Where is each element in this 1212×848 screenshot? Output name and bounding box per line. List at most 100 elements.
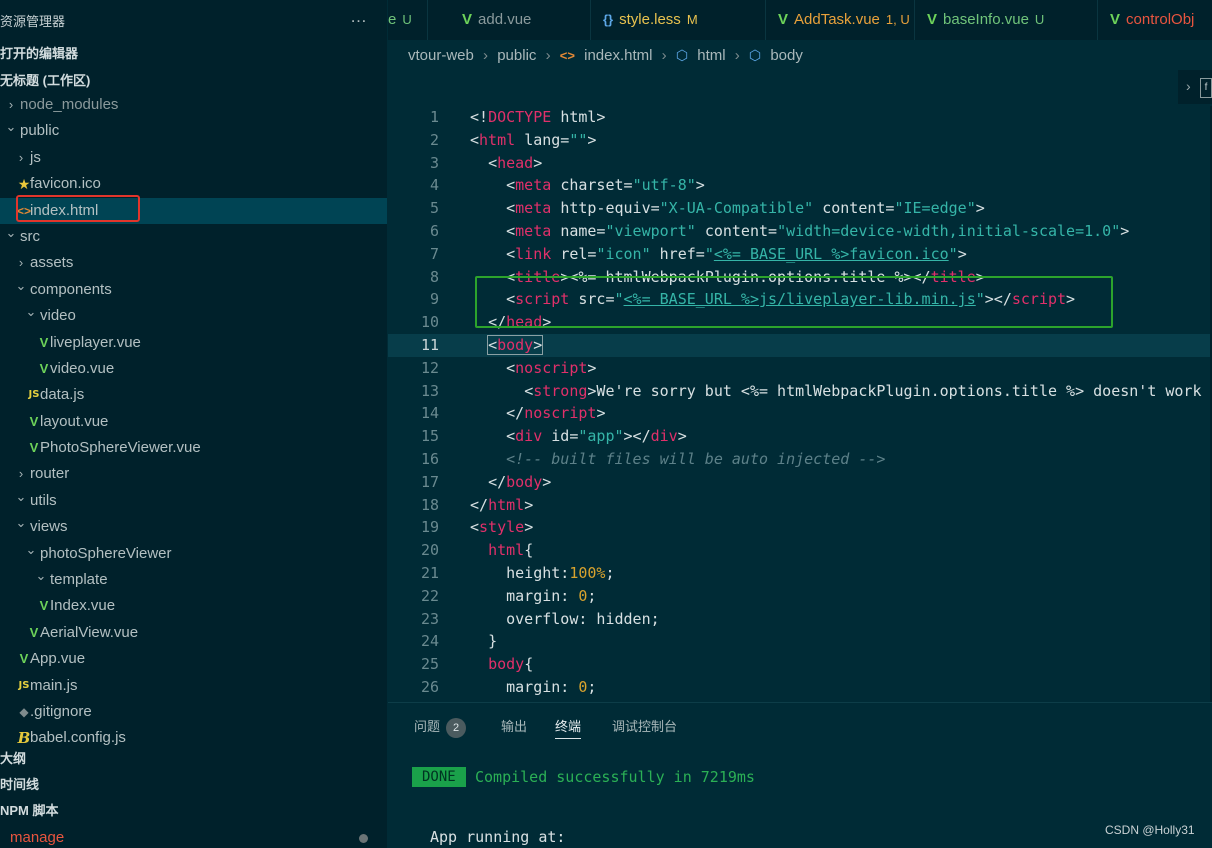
chevron-down-icon[interactable]: ⌄ (25, 299, 37, 325)
tree-item[interactable]: ⌄ photoSphereViewer (0, 541, 387, 567)
code-text: overflow: hidden; (506, 609, 660, 628)
chevron-down-icon[interactable]: ⌄ (15, 273, 27, 299)
code-line[interactable]: 12 <noscript> (388, 357, 1212, 380)
code-line[interactable]: 6 <meta name="viewport" content="width=d… (388, 220, 1212, 243)
tree-item[interactable]: ⌄ views (0, 514, 387, 540)
breadcrumb-item-body[interactable]: body (770, 47, 803, 64)
tree-item-label: video (40, 307, 76, 325)
code-line[interactable]: 13 <strong>We're sorry but <%= htmlWebpa… (388, 380, 1212, 403)
code-line[interactable]: 11 <body> (388, 333, 1212, 357)
tree-item[interactable]: JS main.js (0, 673, 387, 699)
code-line[interactable]: 15 <div id="app"></div> (388, 425, 1212, 448)
tab-item[interactable]: VcontrolObj (1098, 0, 1212, 40)
panel-tab[interactable]: 终端 (555, 716, 582, 739)
code-line[interactable]: 4 <meta charset="utf-8"> (388, 174, 1212, 197)
code-line[interactable]: 25 body{ (388, 653, 1212, 676)
chevron-down-icon[interactable]: ⌄ (35, 563, 47, 589)
tree-item[interactable]: JS data.js (0, 382, 387, 408)
code-text: <meta http-equiv="X-UA-Compatible" conte… (506, 199, 985, 218)
code-line[interactable]: 7 <link rel="icon" href="<%= BASE_URL %>… (388, 243, 1212, 266)
tab-item[interactable]: VbaseInfo.vue U (915, 0, 1098, 40)
section-workspace[interactable]: 无标题 (工作区) (0, 68, 387, 94)
code-editor[interactable]: 1 <!DOCTYPE html> 2 <html lang=""> 3 <head> 4… (388, 106, 1212, 702)
tab-item[interactable]: V AddTask.vue 1, U (766, 0, 915, 40)
tree-item[interactable]: › router (0, 461, 387, 487)
tree-item[interactable]: › node_modules (0, 92, 387, 118)
tree-item[interactable]: V Index.vue (0, 593, 387, 619)
code-line[interactable]: 22 margin: 0; (388, 585, 1212, 608)
panel-tab[interactable]: 输出 (501, 716, 527, 735)
breadcrumb-item-public[interactable]: public (497, 47, 536, 64)
code-line[interactable]: 5 <meta http-equiv="X-UA-Compatible" con… (388, 197, 1212, 220)
tab-item[interactable]: Vadd.vue (450, 0, 591, 40)
code-line[interactable]: 2 <html lang=""> (388, 129, 1212, 152)
code-line[interactable]: 21 height:100%; (388, 562, 1212, 585)
code-line[interactable]: 16 <!-- built files will be auto injecte… (388, 448, 1212, 471)
line-number: 17 (420, 472, 439, 491)
code-line[interactable]: 1 <!DOCTYPE html> (388, 106, 1212, 129)
code-line[interactable]: 20 html{ (388, 539, 1212, 562)
tree-item-label: .gitignore (30, 702, 92, 720)
code-text: </noscript> (506, 404, 606, 423)
tree-item[interactable]: ⌄ components (0, 277, 387, 303)
tree-item[interactable]: V AerialView.vue (0, 620, 387, 646)
code-line[interactable]: 18 </html> (388, 494, 1212, 517)
code-line[interactable]: 23 overflow: hidden; (388, 608, 1212, 631)
tree-item[interactable]: Vvideo.vue (0, 356, 387, 382)
chevron-down-icon[interactable]: ⌄ (15, 484, 27, 510)
chevron-down-icon[interactable]: ⌄ (5, 114, 17, 140)
tree-item[interactable]: ⌄ src (0, 224, 387, 250)
less-file-icon: {} (603, 12, 614, 27)
chevron-down-icon[interactable]: ⌄ (15, 510, 27, 536)
tree-item[interactable]: ⌄ public (0, 118, 387, 144)
code-line[interactable]: 19 <style> (388, 516, 1212, 539)
tree-item-label: AerialView.vue (40, 623, 139, 641)
chevron-down-icon[interactable]: ⌄ (25, 537, 37, 563)
tree-item[interactable]: › js (0, 145, 387, 171)
tree-item[interactable]: Vlayout.vue (0, 409, 387, 435)
breadcrumb-item-html[interactable]: html (697, 47, 725, 64)
tree-item[interactable]: › assets (0, 250, 387, 276)
tab-item[interactable]: {} style.less M (591, 0, 766, 40)
tree-item-label: Index.vue (50, 597, 116, 615)
breadcrumb-item-file[interactable]: index.html (584, 47, 652, 64)
find-widget-toggle[interactable]: › f (1178, 70, 1212, 104)
panel-tab-label: 调试控制台 (612, 719, 678, 734)
panel-tab[interactable]: 调试控制台 (612, 716, 677, 735)
tree-item[interactable]: Bbabel.config.js (0, 725, 387, 746)
section-npm-scripts[interactable]: NPM 脚本 (0, 798, 387, 824)
compiled-message: Compiled successfully in 7219ms (475, 768, 755, 786)
tree-item[interactable]: ★ favicon.ico (0, 171, 387, 197)
npm-item-manage[interactable]: manage (10, 829, 64, 846)
tree-item-label: video.vue (50, 359, 115, 377)
line-number: 20 (420, 541, 439, 560)
panel-tab[interactable]: 问题 2 (414, 716, 467, 738)
panel-tab-label: 终端 (555, 719, 582, 734)
code-text: html{ (488, 541, 534, 560)
tree-item[interactable]: V PhotoSphereViewer.vue (0, 435, 387, 461)
section-timeline[interactable]: 时间线 (0, 772, 387, 798)
chevron-right-icon[interactable]: › (15, 145, 27, 171)
tree-item[interactable]: Vliveplayer.vue (0, 330, 387, 356)
code-line[interactable]: 26 margin: 0; (388, 676, 1212, 699)
tree-item[interactable]: ⌄ template (0, 567, 387, 593)
more-actions-icon[interactable]: … (350, 7, 368, 27)
code-line[interactable]: 17 </body> (388, 471, 1212, 494)
tree-item-label: favicon.ico (30, 175, 101, 193)
breadcrumb-sep-icon: › (661, 47, 667, 64)
tree-item-label: photoSphereViewer (40, 544, 172, 562)
breadcrumb-item-root[interactable]: vtour-web (408, 47, 474, 64)
tree-item[interactable]: ⌄ utils (0, 488, 387, 514)
tree-item[interactable]: ⌄ video (0, 303, 387, 329)
tree-item[interactable]: ◆ .gitignore (0, 699, 387, 725)
section-outline[interactable]: 大纲 (0, 746, 387, 772)
code-line[interactable]: 14 </noscript> (388, 402, 1212, 425)
code-line[interactable]: 24 } (388, 630, 1212, 653)
tree-item-label: assets (30, 254, 74, 272)
tree-item[interactable]: V App.vue (0, 646, 387, 672)
code-line[interactable]: 3 <head> (388, 152, 1212, 175)
tab-item[interactable]: eU (388, 0, 428, 40)
chevron-down-icon[interactable]: ⌄ (5, 220, 17, 246)
section-open-editors[interactable]: 打开的编辑器 (0, 41, 387, 67)
tree-item-label: babel.config.js (30, 729, 126, 746)
